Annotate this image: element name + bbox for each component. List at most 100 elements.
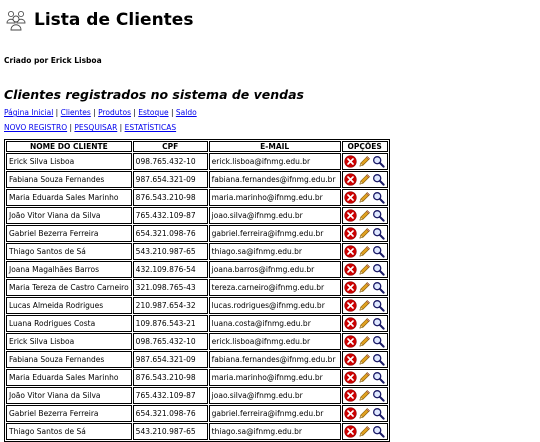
client-name-cell: Joana Magalhães Barros [6,261,132,278]
client-cpf-cell: 543.210.987-65 [132,243,208,260]
search-magnifier-icon[interactable] [372,191,385,204]
nav-link-home[interactable]: Página Inicial [4,108,53,117]
edit-pencil-icon[interactable] [358,389,371,402]
edit-pencil-icon[interactable] [358,335,371,348]
nav-link-balance[interactable]: Saldo [176,108,197,117]
client-cpf-cell: 321.098.765-43 [132,279,208,296]
edit-pencil-icon[interactable] [358,209,371,222]
search-magnifier-icon[interactable] [372,155,385,168]
statistics-link[interactable]: ESTATÍSTICAS [125,123,177,132]
search-magnifier-icon[interactable] [372,335,385,348]
options-cell [341,261,388,278]
nav-link-products[interactable]: Produtos [98,108,131,117]
client-cpf-cell: 876.543.210-98 [132,189,208,206]
client-name-cell: Fabiana Souza Fernandes [6,171,132,188]
table-row: João Vitor Viana da Silva 765.432.109-87 j… [6,387,388,404]
search-magnifier-icon[interactable] [372,281,385,294]
client-cpf-cell: 654.321.098-76 [132,225,208,242]
client-name-cell: Lucas Almeida Rodrigues [6,297,132,314]
edit-pencil-icon[interactable] [358,245,371,258]
delete-icon[interactable] [344,155,357,168]
search-magnifier-icon[interactable] [372,209,385,222]
table-row: Fabiana Souza Fernandes 987.654.321-09 fab… [6,171,388,188]
client-email-cell: erick.lisboa@ifnmg.edu.br [208,333,341,350]
delete-icon[interactable] [344,389,357,402]
client-email-cell: joao.silva@ifnmg.edu.br [208,207,341,224]
search-magnifier-icon[interactable] [372,407,385,420]
search-magnifier-icon[interactable] [372,173,385,186]
edit-pencil-icon[interactable] [358,407,371,420]
client-name-cell: Maria Eduarda Sales Marinho [6,189,132,206]
options-cell [341,405,388,422]
search-magnifier-icon[interactable] [372,371,385,384]
client-email-cell: gabriel.ferreira@ifnmg.edu.br [208,405,341,422]
options-cell [341,333,388,350]
client-cpf-cell: 098.765.432-10 [132,333,208,350]
search-magnifier-icon[interactable] [372,227,385,240]
client-cpf-cell: 987.654.321-09 [132,351,208,368]
table-row: Maria Tereza de Castro Carneiro 321.098.7… [6,279,388,296]
search-magnifier-icon[interactable] [372,263,385,276]
edit-pencil-icon[interactable] [358,155,371,168]
nav-link-clients[interactable]: Clientes [61,108,91,117]
edit-pencil-icon[interactable] [358,173,371,186]
search-magnifier-icon[interactable] [372,317,385,330]
edit-pencil-icon[interactable] [358,299,371,312]
options-cell [341,189,388,206]
delete-icon[interactable] [344,353,357,366]
edit-pencil-icon[interactable] [358,317,371,330]
search-magnifier-icon[interactable] [372,245,385,258]
options-cell [341,171,388,188]
table-row: Gabriel Bezerra Ferreira 654.321.098-76 ga… [6,225,388,242]
edit-pencil-icon[interactable] [358,281,371,294]
client-email-cell: erick.lisboa@ifnmg.edu.br [208,153,341,170]
delete-icon[interactable] [344,173,357,186]
options-cell [341,297,388,314]
delete-icon[interactable] [344,335,357,348]
search-magnifier-icon[interactable] [372,425,385,438]
delete-icon[interactable] [344,317,357,330]
delete-icon[interactable] [344,245,357,258]
delete-icon[interactable] [344,407,357,420]
delete-icon[interactable] [344,263,357,276]
client-email-cell: joao.silva@ifnmg.edu.br [208,387,341,404]
search-magnifier-icon[interactable] [372,389,385,402]
header-cpf: CPF [132,141,208,152]
delete-icon[interactable] [344,227,357,240]
table-row: Thiago Santos de Sá 543.210.987-65 thiago.… [6,423,388,440]
delete-icon[interactable] [344,209,357,222]
table-row: Gabriel Bezerra Ferreira 654.321.098-76 ga… [6,405,388,422]
edit-pencil-icon[interactable] [358,263,371,276]
client-name-cell: Maria Tereza de Castro Carneiro [6,279,132,296]
page-title: Lista de Clientes [34,10,194,30]
edit-pencil-icon[interactable] [358,353,371,366]
search-magnifier-icon[interactable] [372,353,385,366]
client-email-cell: gabriel.ferreira@ifnmg.edu.br [208,225,341,242]
delete-icon[interactable] [344,299,357,312]
delete-icon[interactable] [344,281,357,294]
new-record-link[interactable]: NOVO REGISTRO [4,123,67,132]
options-cell [341,387,388,404]
edit-pencil-icon[interactable] [358,371,371,384]
client-email-cell: thiago.sa@ifnmg.edu.br [208,243,341,260]
primary-nav: Página Inicial | Clientes | Produtos | E… [4,108,197,117]
search-link[interactable]: PESQUISAR [74,123,117,132]
client-cpf-cell: 765.432.109-87 [132,387,208,404]
client-name-cell: João Vitor Viana da Silva [6,207,132,224]
delete-icon[interactable] [344,371,357,384]
client-cpf-cell: 654.321.098-76 [132,405,208,422]
table-row: Thiago Santos de Sá 543.210.987-65 thiago.… [6,243,388,260]
delete-icon[interactable] [344,191,357,204]
delete-icon[interactable] [344,425,357,438]
nav-link-stock[interactable]: Estoque [138,108,168,117]
client-name-cell: Gabriel Bezerra Ferreira [6,405,132,422]
edit-pencil-icon[interactable] [358,425,371,438]
edit-pencil-icon[interactable] [358,191,371,204]
search-magnifier-icon[interactable] [372,299,385,312]
client-email-cell: fabiana.fernandes@ifnmg.edu.br [208,351,341,368]
secondary-nav: NOVO REGISTRO | PESQUISAR | ESTATÍSTICAS [4,123,177,132]
header-email: E-MAIL [208,141,341,152]
client-email-cell: maria.marinho@ifnmg.edu.br [208,189,341,206]
client-email-cell: lucas.rodrigues@ifnmg.edu.br [208,297,341,314]
edit-pencil-icon[interactable] [358,227,371,240]
